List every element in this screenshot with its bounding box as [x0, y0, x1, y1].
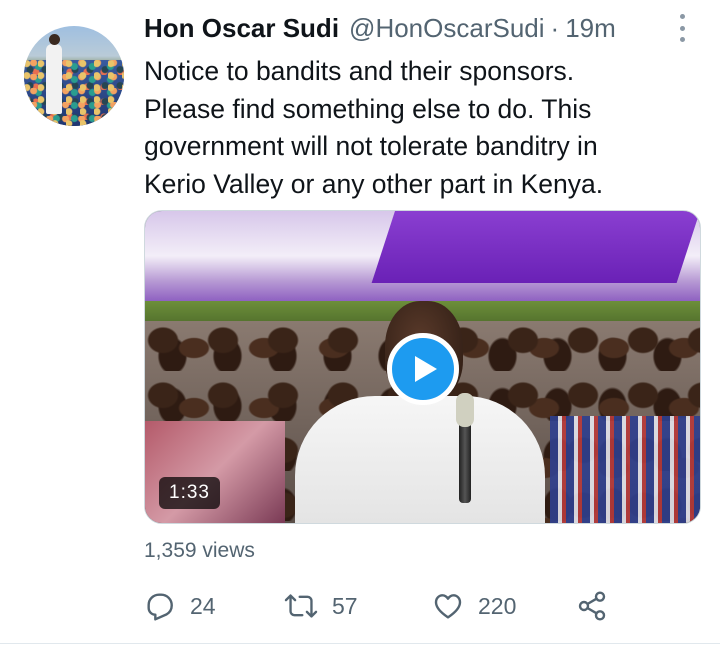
tweet-time[interactable]: 19m [565, 13, 616, 44]
tweet[interactable]: Hon Oscar Sudi @HonOscarSudi · 19m Notic… [0, 0, 720, 646]
share-button[interactable] [576, 586, 608, 626]
author-name[interactable]: Hon Oscar Sudi [144, 13, 339, 44]
like-count: 220 [478, 592, 517, 619]
reply-icon [147, 593, 173, 621]
share-icon [578, 591, 606, 621]
more-vertical-icon[interactable] [672, 14, 692, 42]
tweet-text-line: Notice to bandits and their sponsors. [144, 56, 575, 86]
video-player[interactable]: 1:33 [144, 210, 701, 524]
view-count: 1,359 views [144, 539, 255, 562]
avatar-crowd [24, 60, 124, 126]
tweet-divider [0, 643, 720, 644]
tweet-text-line: government will not tolerate banditry in [144, 131, 598, 161]
play-icon[interactable] [387, 333, 459, 405]
like-button[interactable]: 220 [432, 586, 516, 626]
tweet-header: Hon Oscar Sudi @HonOscarSudi · 19m [144, 10, 616, 46]
header-separator: · [550, 12, 560, 43]
play-glyph [414, 356, 437, 382]
retweet-icon [284, 594, 318, 618]
avatar[interactable] [24, 26, 124, 126]
video-frame-person-right [550, 416, 700, 523]
video-frame-tent [145, 211, 700, 311]
avatar-figure [46, 34, 62, 114]
speaker-body [295, 396, 545, 523]
tweet-text-line: Please find something else to do. This [144, 93, 592, 124]
more-dot [679, 14, 685, 19]
action-bar: 24 57 220 [144, 586, 614, 626]
tweet-text-line: Kerio Valley or any other part in Kenya. [144, 168, 604, 199]
more-dot [679, 37, 685, 42]
tweet-text: Notice to bandits and their sponsors. Pl… [144, 53, 704, 203]
more-dot [679, 25, 685, 31]
retweet-button[interactable]: 57 [284, 586, 358, 626]
author-handle[interactable]: @HonOscarSudi [349, 13, 544, 44]
reply-count: 24 [190, 592, 216, 619]
retweet-count: 57 [332, 592, 358, 619]
microphone [456, 393, 474, 503]
video-duration: 1:33 [159, 477, 220, 509]
reply-button[interactable]: 24 [144, 586, 216, 626]
heart-icon [434, 594, 462, 619]
